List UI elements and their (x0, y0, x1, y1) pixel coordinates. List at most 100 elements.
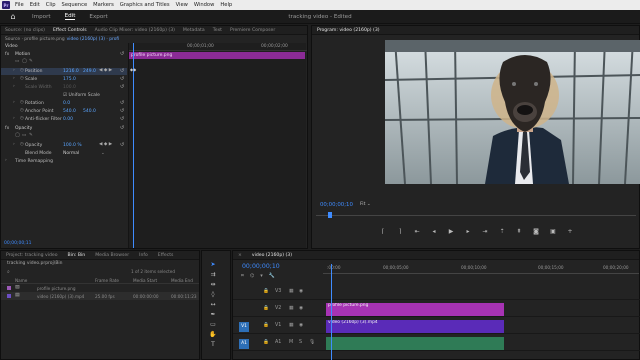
sync-lock-icon[interactable]: ▦ (289, 289, 294, 294)
tab-project[interactable]: Project: tracking video (1, 253, 63, 258)
lock-icon[interactable]: 🔒 (263, 340, 269, 345)
source-patch-a1[interactable]: A1 (239, 339, 249, 349)
col-media-end[interactable]: Media End (171, 278, 193, 283)
rotation-value[interactable]: 0.0 (63, 101, 70, 106)
ellipse-mask-icon[interactable]: ◯ (15, 133, 20, 138)
expand-icon[interactable]: › (13, 100, 15, 105)
reset-icon[interactable]: ↺ (120, 100, 124, 106)
clip-label[interactable]: video (2160p) (3) · profi (67, 37, 120, 42)
reset-icon[interactable]: ↺ (120, 76, 124, 82)
opacity-section[interactable]: fx Opacity ↺ (1, 125, 127, 132)
expand-icon[interactable]: › (13, 76, 15, 81)
menu-clip[interactable]: Clip (43, 2, 59, 8)
program-scrubber[interactable] (316, 212, 636, 218)
reset-icon[interactable]: ↺ (120, 116, 124, 122)
position-x[interactable]: 1216.0 (63, 69, 79, 74)
fit-select[interactable]: Fit ⌄ (360, 202, 371, 207)
project-item[interactable]: ▤ video (2160p) (3).mp4 25.00 fps 00:00:… (1, 292, 199, 300)
expand-icon[interactable]: › (13, 142, 15, 147)
blend-mode-select[interactable]: Normal (63, 151, 79, 156)
close-icon[interactable]: × (233, 253, 247, 258)
scale-value[interactable]: 175.0 (63, 77, 76, 82)
tab-metadata[interactable]: Metadata (179, 28, 209, 33)
search-icon[interactable]: ⌕ (7, 269, 10, 275)
settings-icon[interactable]: 🔧 (269, 273, 275, 279)
program-timecode[interactable]: 00;00;00;10 (320, 202, 353, 208)
rectangle-tool-icon[interactable]: ▭ (209, 321, 217, 329)
tab-program[interactable]: Program: video (2160p) (3) (312, 28, 385, 33)
linked-selection-icon[interactable]: ⌬ (250, 273, 254, 279)
reset-icon[interactable]: ↺ (120, 125, 124, 131)
track-select-tool-icon[interactable]: ⇉ (209, 271, 217, 279)
tab-effect-controls[interactable]: Effect Controls (49, 28, 91, 33)
selection-tool-icon[interactable]: ➤ (209, 261, 217, 269)
expand-icon[interactable]: › (5, 158, 7, 163)
go-to-in-icon[interactable]: ⇤ (413, 228, 421, 235)
razor-tool-icon[interactable]: ◊ (209, 291, 217, 299)
keyframe-nav-icon[interactable]: ◀ ◆ ▶ (99, 142, 112, 147)
source-patch-v1[interactable]: V1 (239, 322, 249, 332)
export-frame-icon[interactable]: ◙ (532, 228, 540, 235)
tab-info[interactable]: Info (134, 253, 153, 258)
menu-graphics[interactable]: Graphics and Titles (117, 2, 173, 8)
menu-sequence[interactable]: Sequence (59, 2, 91, 8)
tab-source[interactable]: Source: (no clips) (1, 28, 49, 33)
lock-icon[interactable]: 🔒 (263, 306, 269, 311)
menu-edit[interactable]: Edit (27, 2, 43, 8)
mic-icon[interactable]: 🎙 (309, 340, 315, 345)
timeline-timecode[interactable]: 00;00;00;10 (242, 263, 280, 270)
slip-tool-icon[interactable]: ↔ (209, 301, 217, 309)
hand-tool-icon[interactable]: ✋ (209, 331, 217, 339)
menu-help[interactable]: Help (217, 2, 235, 8)
sync-lock-icon[interactable]: ▦ (289, 306, 294, 311)
tab-text[interactable]: Text (209, 28, 226, 33)
keyframe-icon[interactable]: ◆◆ (130, 67, 136, 72)
uniform-scale-checkbox[interactable]: ☑ Uniform Scale (63, 93, 100, 98)
time-remap-row[interactable]: › Time Remapping (1, 158, 127, 165)
expand-icon[interactable]: › (13, 84, 15, 89)
reset-icon[interactable]: ↺ (120, 142, 124, 148)
mark-out-icon[interactable]: ⌉ (396, 228, 404, 235)
stopwatch-icon[interactable]: ◷ (20, 100, 24, 105)
effect-mini-timeline[interactable]: 00;00;01;00 00;00;02;00 profile picture.… (128, 43, 307, 248)
type-tool-icon[interactable]: T (209, 341, 217, 349)
tab-effects[interactable]: Effects (153, 253, 179, 258)
extract-icon[interactable]: ⇞ (515, 228, 523, 235)
step-forward-icon[interactable]: ▸ (464, 228, 472, 235)
stopwatch-icon[interactable]: ◷ (20, 142, 24, 147)
video-frame[interactable] (385, 40, 640, 184)
snap-icon[interactable]: ⌗ (241, 273, 244, 279)
keyframe-nav-icon[interactable]: ◀ ◆ ▶ (99, 68, 112, 73)
step-back-icon[interactable]: ◂ (430, 228, 438, 235)
anchor-x[interactable]: 540.0 (63, 109, 76, 114)
tab-media-browser[interactable]: Media Browser (90, 253, 134, 258)
eye-icon[interactable]: ◉ (299, 289, 303, 294)
add-button-icon[interactable]: + (566, 228, 574, 235)
col-media-start[interactable]: Media Start (133, 278, 157, 283)
reset-icon[interactable]: ↺ (120, 51, 124, 57)
rect-mask-icon[interactable]: ▭ (15, 59, 19, 64)
reset-icon[interactable]: ↺ (120, 108, 124, 114)
go-to-out-icon[interactable]: ⇥ (481, 228, 489, 235)
pen-mask-icon[interactable]: ✎ (29, 133, 33, 138)
lift-icon[interactable]: ⇡ (498, 228, 506, 235)
timeline-ruler[interactable]: :00:00 00;00;05;00 00;00;10;00 00;00;15;… (323, 264, 639, 274)
project-item[interactable]: ▨ profile picture.png (1, 284, 199, 292)
tab-bin[interactable]: Bin: Bin (63, 253, 91, 258)
ellipse-mask-icon[interactable]: ◯ (22, 59, 27, 64)
position-y[interactable]: 249.0 (83, 69, 96, 74)
timeline-playhead[interactable] (331, 264, 332, 360)
scrubber-playhead[interactable] (328, 212, 332, 218)
reset-icon[interactable]: ↺ (120, 84, 124, 90)
marker-icon[interactable]: ▾ (260, 273, 263, 279)
ripple-edit-tool-icon[interactable]: ⇹ (209, 281, 217, 289)
menu-markers[interactable]: Markers (90, 2, 117, 8)
reset-icon[interactable]: ↺ (120, 68, 124, 74)
expand-icon[interactable]: › (13, 116, 15, 121)
anti-flicker-value[interactable]: 0.00 (63, 117, 73, 122)
effect-ruler[interactable]: 00;00;01;00 00;00;02;00 (129, 43, 307, 51)
motion-section[interactable]: fx Motion ↺ (1, 51, 127, 58)
export-tab[interactable]: Export (89, 14, 107, 20)
comparison-view-icon[interactable]: ▣ (549, 228, 557, 235)
menu-window[interactable]: Window (191, 2, 217, 8)
